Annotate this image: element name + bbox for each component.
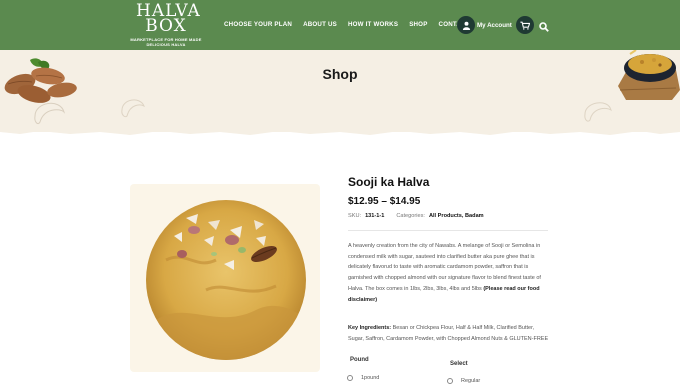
almonds-image (4, 58, 77, 103)
nav-choose-your-plan[interactable]: CHOOSE YOUR PLAN (224, 21, 292, 28)
my-account-label: My Account (477, 21, 512, 29)
sku-value: 131-1-1 (365, 213, 385, 219)
radio-button[interactable] (447, 378, 453, 384)
site-header: HALVA BOX MARKETPLACE FOR HOME MADE DELI… (0, 0, 680, 50)
sooji-halva-image[interactable] (146, 200, 306, 360)
cashew-sketch-icon (584, 102, 612, 122)
ingredients-label: Key Ingredients: (348, 325, 392, 331)
product-description: A heavenly creation from the city of Naw… (348, 241, 550, 305)
product-meta: SKU: 131-1-1 Categories: All Products, B… (348, 213, 484, 219)
product-title: Sooji ka Halva (348, 175, 430, 189)
select-option-text: Regular (461, 378, 481, 384)
logo-wordmark: HALVA BOX (136, 1, 201, 36)
product-price: $12.95 – $14.95 (348, 196, 421, 207)
categories-links[interactable]: All Products, Badam (429, 213, 484, 219)
meta-divider (348, 230, 548, 231)
search-icon[interactable] (539, 19, 549, 37)
shop-banner (0, 50, 680, 132)
sku-label: SKU: (348, 213, 362, 219)
key-ingredients: Key Ingredients: Besan or Chickpea Flour… (348, 323, 550, 344)
nav-how-it-works[interactable]: HOW IT WORKS (348, 21, 398, 28)
select-option-label: Select (450, 361, 468, 367)
user-icon (457, 16, 475, 34)
main-nav: CHOOSE YOUR PLAN ABOUT US HOW IT WORKS S… (224, 21, 481, 28)
cashew-sketch-icon (121, 99, 145, 118)
halva-bowl-image (618, 50, 680, 100)
pound-option-label: Pound (350, 357, 369, 363)
categories-label: Categories: (396, 213, 425, 219)
nav-about-us[interactable]: ABOUT US (303, 21, 337, 28)
halva-box-logo[interactable]: HALVA BOX MARKETPLACE FOR HOME MADE DELI… (128, 1, 204, 48)
select-option-regular[interactable]: Regular (447, 378, 480, 384)
radio-button[interactable] (347, 375, 353, 381)
page-title: Shop (322, 66, 358, 82)
description-text: A heavenly creation from the city of Naw… (348, 243, 541, 292)
torn-paper-edge (0, 125, 680, 135)
cart-icon[interactable] (516, 16, 534, 34)
logo-tagline-2: DELICIOUS HALVA (146, 42, 186, 47)
pound-option-text: 1pound (361, 375, 380, 381)
my-account-link[interactable]: My Account (457, 16, 512, 34)
nav-shop[interactable]: SHOP (409, 21, 427, 28)
pound-option-1pound[interactable]: 1pound (347, 375, 379, 381)
